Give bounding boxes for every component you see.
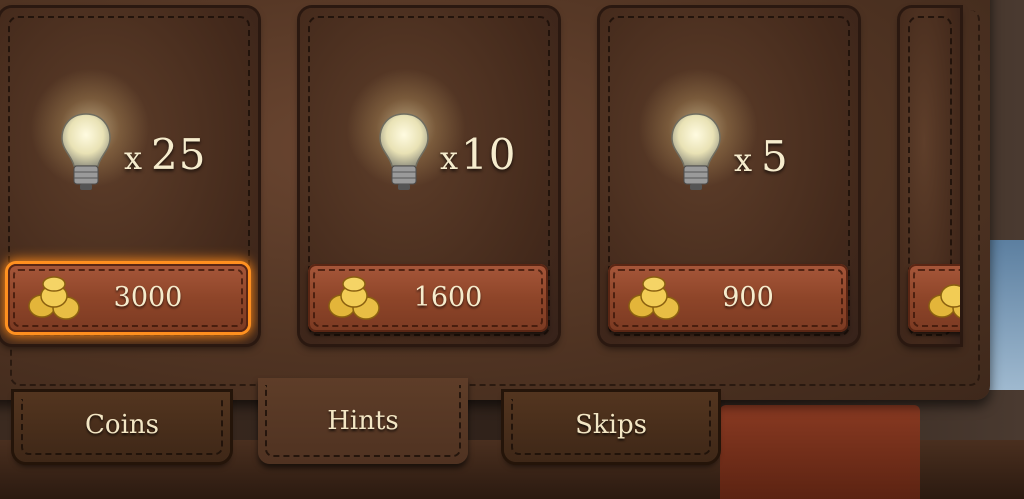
- tab-label: Hints: [327, 406, 399, 436]
- price-label: 3000: [113, 282, 183, 313]
- quantity-prefix: x: [124, 139, 144, 177]
- tab-label: Coins: [85, 410, 159, 440]
- lightbulb-icon: [61, 113, 111, 190]
- quantity-label: x5: [734, 132, 789, 181]
- tab-coins[interactable]: Coins: [14, 392, 230, 462]
- buy-button-3000[interactable]: 3000: [8, 264, 248, 332]
- tab-skips[interactable]: Skips: [504, 392, 718, 462]
- quantity-value: 5: [761, 132, 789, 181]
- price-label: 900: [722, 282, 774, 313]
- tab-label: Skips: [575, 410, 647, 440]
- quantity-value: 10: [461, 130, 517, 179]
- background-chair: [720, 405, 920, 499]
- quantity-label: x 25: [124, 130, 207, 179]
- hint-pack-card-10: x10 1600: [300, 8, 558, 344]
- buy-button-1600[interactable]: 1600: [308, 264, 548, 332]
- quantity-value: 25: [151, 130, 207, 179]
- buy-button-partial[interactable]: [908, 264, 960, 332]
- hint-pack-card-5: x5 900: [600, 8, 858, 344]
- hint-pack-card-25: x 25 3000: [0, 8, 258, 344]
- quantity-prefix: x: [734, 141, 754, 179]
- quantity-prefix: x: [440, 139, 460, 177]
- lightbulb-icon: [671, 113, 721, 190]
- lightbulb-icon: [379, 113, 429, 190]
- buy-button-900[interactable]: 900: [608, 264, 848, 332]
- hint-pack-card-partial: [900, 8, 960, 344]
- gold-coins-icon: [928, 284, 960, 319]
- quantity-label: x10: [440, 130, 517, 179]
- price-label: 1600: [413, 282, 483, 313]
- tab-hints[interactable]: Hints: [258, 378, 468, 464]
